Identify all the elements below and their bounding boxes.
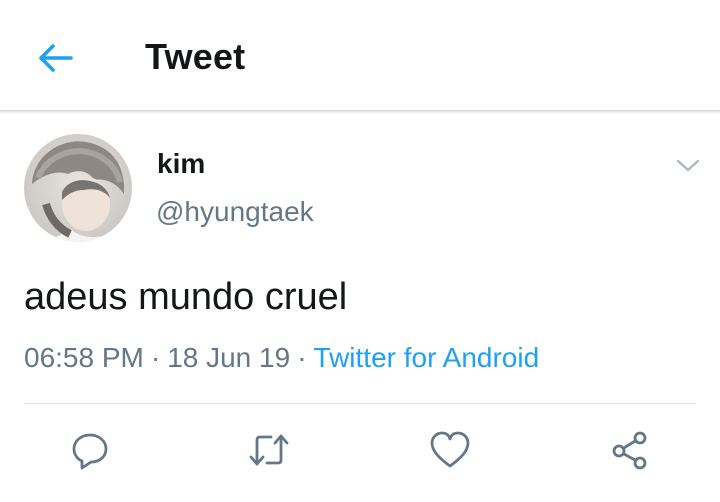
divider (24, 403, 696, 404)
heart-icon (430, 431, 470, 468)
tweet-menu-button[interactable] (672, 150, 704, 182)
tweet-time: 06:58 PM (24, 342, 144, 373)
share-icon (612, 431, 647, 470)
tweet-text: adeus mundo cruel (24, 276, 348, 318)
author-display-name[interactable]: kim (157, 148, 205, 180)
meta-separator: · (297, 342, 307, 373)
meta-separator: · (150, 342, 161, 373)
share-button[interactable] (606, 426, 654, 474)
header-shadow (0, 110, 720, 114)
chevron-down-icon (676, 159, 700, 172)
page-title: Tweet (145, 36, 246, 77)
retweet-button[interactable] (245, 426, 293, 474)
top-bar: Tweet (0, 0, 720, 112)
avatar[interactable] (24, 134, 132, 242)
back-button[interactable] (34, 38, 78, 78)
retweet-icon (249, 434, 289, 466)
action-bar (0, 426, 720, 474)
reply-icon (72, 433, 108, 470)
author-handle[interactable]: @hyungtaek (156, 196, 314, 228)
like-button[interactable] (426, 426, 474, 474)
reply-button[interactable] (66, 426, 114, 474)
back-arrow-icon (39, 44, 73, 72)
tweet-source-link[interactable]: Twitter for Android (314, 342, 540, 373)
tweet-date: 18 Jun 19 (167, 342, 291, 373)
tweet-metadata: 06:58 PM · 18 Jun 19 · Twitter for Android (24, 342, 539, 374)
